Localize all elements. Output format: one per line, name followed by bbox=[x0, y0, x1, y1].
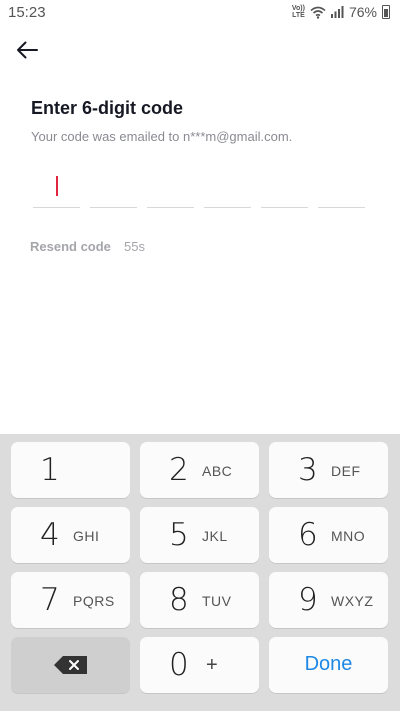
key-7[interactable]: 7 PQRS bbox=[11, 572, 130, 628]
key-2[interactable]: 2 ABC bbox=[140, 442, 259, 498]
key-5[interactable]: 5 JKL bbox=[140, 507, 259, 563]
battery-icon bbox=[382, 5, 390, 19]
numeric-keypad: 1 2 ABC 3 DEF 4 GHI 5 JKL 6 MNO 7 PQRS 8… bbox=[0, 434, 400, 711]
status-icons: Vo)) LTE 76% bbox=[292, 4, 390, 20]
key-0[interactable]: 0 + bbox=[140, 637, 259, 693]
key-8[interactable]: 8 TUV bbox=[140, 572, 259, 628]
key-6[interactable]: 6 MNO bbox=[269, 507, 388, 563]
code-slot-1[interactable] bbox=[33, 172, 80, 208]
key-4[interactable]: 4 GHI bbox=[11, 507, 130, 563]
text-cursor bbox=[56, 176, 58, 196]
back-button[interactable] bbox=[13, 36, 41, 64]
key-9[interactable]: 9 WXYZ bbox=[269, 572, 388, 628]
page-title: Enter 6-digit code bbox=[31, 98, 184, 118]
code-slot-5[interactable] bbox=[261, 172, 308, 208]
code-slot-2[interactable] bbox=[90, 172, 137, 208]
signal-icon bbox=[330, 6, 344, 18]
page-subtitle: Your code was emailed to n***m@gmail.com… bbox=[31, 129, 293, 144]
resend-countdown: 55s bbox=[124, 239, 145, 254]
done-button[interactable]: Done bbox=[269, 637, 388, 693]
key-1[interactable]: 1 bbox=[11, 442, 130, 498]
wifi-icon bbox=[310, 6, 326, 19]
resend-code-link[interactable]: Resend code bbox=[30, 239, 111, 254]
code-slot-4[interactable] bbox=[204, 172, 251, 208]
key-3[interactable]: 3 DEF bbox=[269, 442, 388, 498]
backspace-icon bbox=[54, 656, 87, 674]
backspace-button[interactable] bbox=[11, 637, 130, 693]
code-slot-6[interactable] bbox=[318, 172, 365, 208]
volte-icon: Vo)) LTE bbox=[291, 5, 305, 19]
arrow-left-icon bbox=[17, 41, 38, 59]
status-bar: 15:23 Vo)) LTE 76% bbox=[0, 0, 400, 26]
code-slot-3[interactable] bbox=[147, 172, 194, 208]
status-time: 15:23 bbox=[8, 4, 46, 21]
code-input[interactable] bbox=[33, 172, 367, 208]
battery-percent: 76% bbox=[348, 4, 377, 20]
